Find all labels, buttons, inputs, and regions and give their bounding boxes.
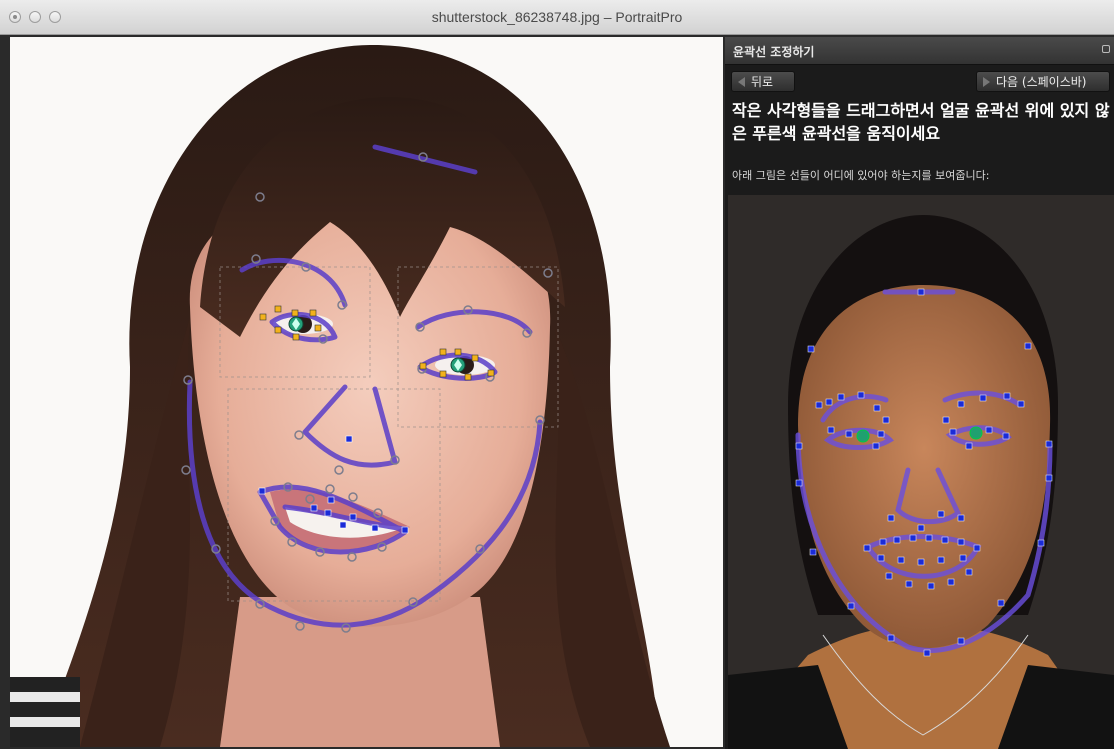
reference-image bbox=[728, 195, 1114, 749]
reference-portrait bbox=[728, 195, 1114, 749]
panel-header: 윤곽선 조정하기 bbox=[725, 37, 1114, 65]
photo-canvas[interactable] bbox=[10, 37, 723, 747]
back-arrow-icon bbox=[738, 76, 745, 87]
contour-panel: 윤곽선 조정하기 뒤로 다음 (스페이스바) 작은 사각형들을 드래그하면서 얼… bbox=[725, 37, 1114, 749]
window-title: shutterstock_86238748.jpg – PortraitPro bbox=[431, 9, 683, 25]
back-button-label: 뒤로 bbox=[751, 75, 774, 89]
next-button-label: 다음 (스페이스바) bbox=[996, 75, 1087, 89]
instruction-text: 작은 사각형들을 드래그하면서 얼굴 윤곽선 위에 있지 않은 푸른색 윤곽선을… bbox=[732, 101, 1110, 143]
panel-collapse-icon[interactable] bbox=[1102, 45, 1110, 53]
back-button[interactable]: 뒤로 bbox=[731, 71, 795, 92]
panel-title: 윤곽선 조정하기 bbox=[733, 45, 815, 59]
app-window: shutterstock_86238748.jpg – PortraitPro bbox=[0, 0, 1114, 749]
portrait-photo bbox=[10, 37, 723, 747]
next-button[interactable]: 다음 (스페이스바) bbox=[976, 71, 1110, 92]
title-bar: shutterstock_86238748.jpg – PortraitPro bbox=[0, 0, 1114, 35]
reference-caption: 아래 그림은 선들이 어디에 있어야 하는지를 보여줍니다: bbox=[732, 169, 990, 182]
next-arrow-icon bbox=[983, 76, 990, 87]
